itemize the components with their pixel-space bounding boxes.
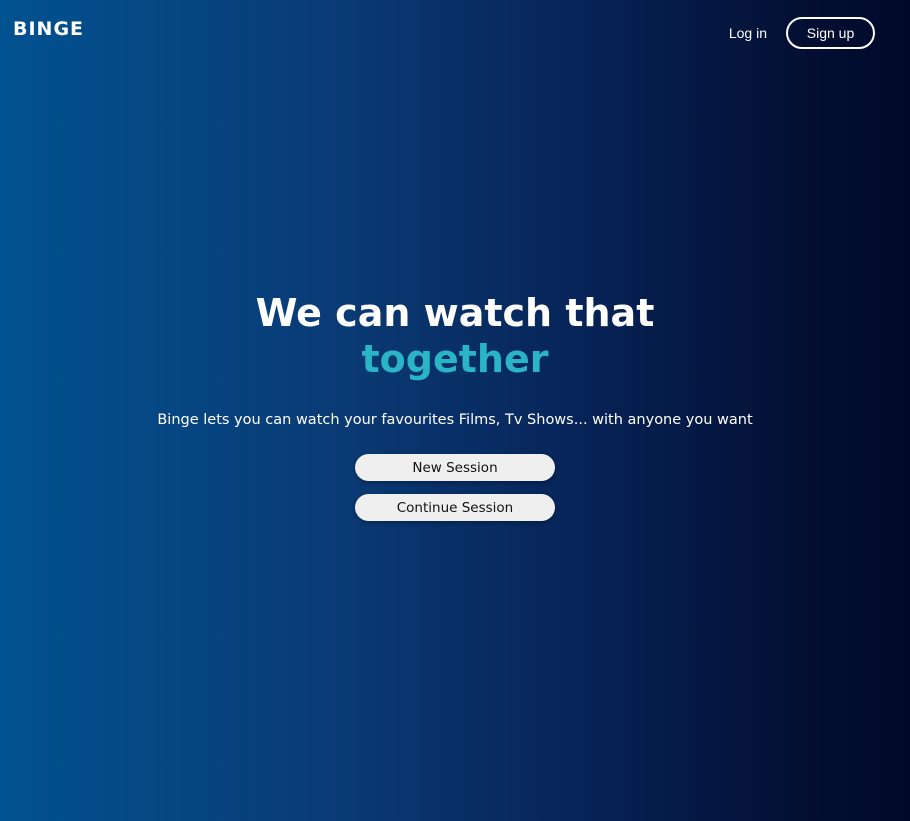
hero-title: We can watch that together	[0, 290, 910, 382]
top-nav: Log in Sign up	[729, 17, 875, 49]
continue-session-button[interactable]: Continue Session	[355, 494, 555, 521]
session-actions: New Session Continue Session	[0, 454, 910, 521]
login-link[interactable]: Log in	[729, 25, 767, 41]
hero-section: We can watch that together Binge lets yo…	[0, 290, 910, 521]
brand-logo[interactable]: BINGE	[13, 18, 84, 40]
signup-button[interactable]: Sign up	[786, 17, 875, 49]
hero-subtitle: Binge lets you can watch your favourites…	[157, 412, 753, 428]
hero-title-line1: We can watch that	[255, 291, 655, 335]
new-session-button[interactable]: New Session	[355, 454, 555, 481]
hero-title-accent: together	[361, 337, 549, 381]
